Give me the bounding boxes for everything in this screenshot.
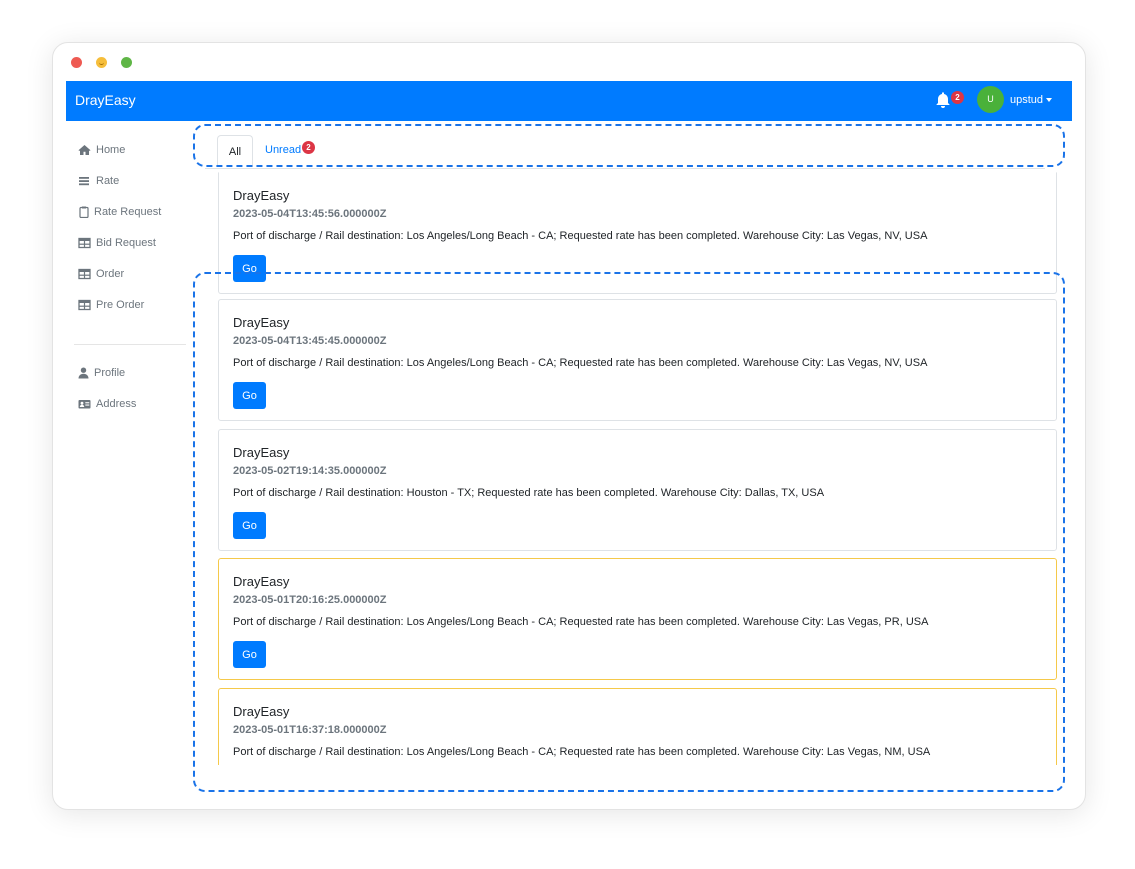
notification-card-unread: DrayEasy 2023-05-01T16:37:18.000000Z Por…: [218, 688, 1057, 765]
bell-icon[interactable]: [936, 92, 952, 108]
go-button[interactable]: Go: [233, 641, 266, 668]
notification-title: DrayEasy: [233, 704, 290, 719]
notification-card-unread: DrayEasy 2023-05-01T20:16:25.000000Z Por…: [218, 558, 1057, 680]
clipboard-icon: [79, 206, 89, 219]
user-menu-toggle[interactable]: upstud: [1010, 94, 1053, 106]
sidebar-item-rate-request[interactable]: Rate Request: [79, 203, 161, 221]
notification-title: DrayEasy: [233, 574, 290, 589]
top-navbar: DrayEasy 2 U upstud: [66, 81, 1072, 121]
notification-card: DrayEasy 2023-05-04T13:45:45.000000Z Por…: [218, 299, 1057, 421]
notification-title: DrayEasy: [233, 445, 290, 460]
sidebar-item-pre-order[interactable]: Pre Order: [78, 296, 144, 314]
sidebar-item-bid-request[interactable]: Bid Request: [78, 234, 156, 252]
sidebar-item-label: Order: [96, 268, 125, 280]
sidebar-item-order[interactable]: Order: [78, 265, 124, 283]
notification-card: DrayEasy 2023-05-04T13:45:56.000000Z Por…: [218, 172, 1057, 294]
notification-timestamp: 2023-05-01T16:37:18.000000Z: [233, 724, 387, 736]
notification-title: DrayEasy: [233, 315, 290, 330]
sidebar: Home Rate Rate Request Bid Request Order…: [66, 121, 188, 765]
notification-message: Port of discharge / Rail destination: Ho…: [233, 487, 825, 499]
avatar[interactable]: U: [977, 86, 1004, 113]
brand-logo[interactable]: DrayEasy: [75, 92, 136, 108]
address-card-icon: [78, 398, 91, 410]
notification-card: DrayEasy 2023-05-02T19:14:35.000000Z Por…: [218, 429, 1057, 551]
sidebar-divider: [74, 344, 186, 345]
sidebar-item-home[interactable]: Home: [78, 141, 125, 159]
notification-count-badge: 2: [951, 91, 964, 104]
sidebar-item-rate[interactable]: Rate: [78, 172, 119, 190]
notification-message: Port of discharge / Rail destination: Lo…: [233, 230, 928, 242]
bars-icon: [78, 175, 91, 187]
home-icon: [78, 144, 91, 156]
user-name: upstud: [1010, 94, 1044, 106]
go-button[interactable]: Go: [233, 255, 266, 282]
notification-timestamp: 2023-05-04T13:45:45.000000Z: [233, 335, 387, 347]
table-icon: [78, 299, 91, 311]
caret-down-icon: [1046, 98, 1053, 103]
sidebar-item-address[interactable]: Address: [78, 395, 136, 413]
notification-message: Port of discharge / Rail destination: Lo…: [233, 616, 929, 628]
user-icon: [78, 367, 89, 379]
browser-window: DrayEasy 2 U upstud Home Rate Rate Reque…: [52, 42, 1086, 810]
sidebar-item-label: Address: [96, 398, 137, 410]
app-viewport: DrayEasy 2 U upstud Home Rate Rate Reque…: [53, 43, 1085, 765]
unread-count-badge: 2: [302, 141, 315, 154]
sidebar-item-label: Rate Request: [94, 206, 162, 218]
sidebar-item-label: Rate: [96, 175, 120, 187]
notification-tabs: All Unread 2: [205, 135, 1045, 169]
notification-message: Port of discharge / Rail destination: Lo…: [233, 357, 928, 369]
go-button[interactable]: Go: [233, 512, 266, 539]
sidebar-item-label: Profile: [94, 367, 126, 379]
table-icon: [78, 268, 91, 280]
tab-unread[interactable]: Unread: [265, 144, 301, 156]
sidebar-item-profile[interactable]: Profile: [78, 364, 125, 382]
notification-timestamp: 2023-05-04T13:45:56.000000Z: [233, 208, 387, 220]
sidebar-item-label: Home: [96, 144, 126, 156]
notification-timestamp: 2023-05-02T19:14:35.000000Z: [233, 465, 387, 477]
tab-all[interactable]: All: [217, 135, 253, 167]
table-icon: [78, 237, 91, 249]
notification-title: DrayEasy: [233, 188, 290, 203]
notification-timestamp: 2023-05-01T20:16:25.000000Z: [233, 594, 387, 606]
sidebar-item-label: Pre Order: [96, 299, 145, 311]
notification-message: Port of discharge / Rail destination: Lo…: [233, 746, 931, 758]
go-button[interactable]: Go: [233, 382, 266, 409]
sidebar-item-label: Bid Request: [96, 237, 156, 249]
